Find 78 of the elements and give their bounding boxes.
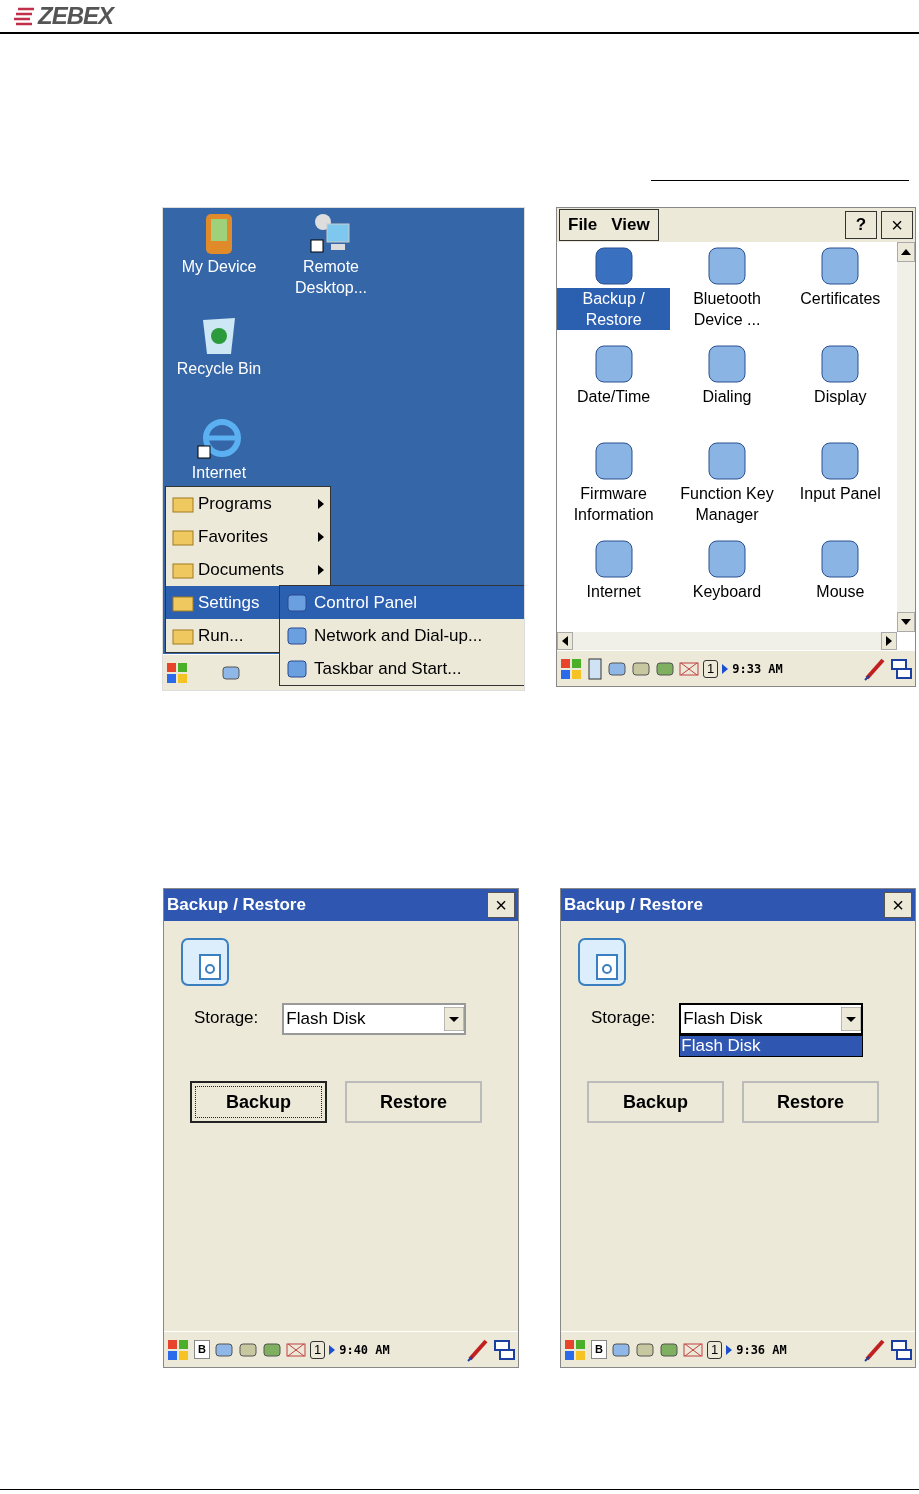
clock-time: 9:40 AM [339, 1341, 390, 1359]
down-arrow-icon[interactable] [901, 619, 911, 625]
desktop-icon-label[interactable]: Recycle Bin [176, 358, 262, 379]
desktop-icon-label[interactable]: Internet [191, 462, 247, 483]
window-title: Backup / Restore [167, 894, 307, 917]
tray-letter[interactable]: B [591, 1340, 607, 1359]
windows-icon[interactable] [891, 657, 913, 680]
storage-dropdown[interactable]: Flash Disk [282, 1003, 467, 1035]
applet-label[interactable]: Firmware Information [557, 483, 671, 525]
browser-e-icon[interactable] [196, 416, 242, 462]
dropdown-arrow-icon[interactable] [444, 1007, 465, 1031]
windows-flag-icon[interactable] [166, 1337, 190, 1362]
applet-label[interactable]: Display [812, 385, 869, 407]
stripes-logo-icon [14, 6, 36, 26]
applet-label[interactable]: Function Key Manager [670, 483, 784, 525]
submenu-item[interactable]: Taskbar and Start... [280, 652, 524, 685]
tray-letter[interactable]: B [194, 1340, 210, 1359]
submenu-item[interactable]: Control Panel [280, 586, 524, 619]
applet-label[interactable]: Certificates [798, 288, 883, 309]
vertical-scrollbar[interactable] [897, 242, 915, 632]
storage-dropdown[interactable]: Flash Disk [679, 1003, 864, 1035]
storage-label: Storage: [591, 1007, 656, 1029]
desktop-icon-label[interactable]: Remote Desktop... [281, 256, 381, 298]
caret-icon [318, 531, 324, 542]
tray-number[interactable]: 1 [309, 1340, 326, 1359]
windows-flag-icon[interactable] [563, 1337, 587, 1362]
close-button[interactable]: × [487, 892, 515, 918]
tray-number[interactable]: 1 [706, 1340, 723, 1359]
applet-label[interactable]: Input Panel [797, 483, 883, 504]
arrow-icon[interactable] [726, 1344, 733, 1355]
backup-icon [577, 937, 627, 987]
menu-item[interactable]: View [611, 212, 650, 238]
windows-icon[interactable] [494, 1338, 516, 1361]
dialog-button[interactable]: Restore [742, 1081, 879, 1123]
start-menu-item[interactable]: Favorites [166, 520, 330, 553]
arrow-icon[interactable] [722, 663, 729, 674]
caret-icon [318, 498, 324, 509]
windows-flag-icon[interactable] [559, 656, 583, 681]
dialog-button[interactable]: Restore [345, 1081, 482, 1123]
handheld-device-icon[interactable] [204, 212, 234, 256]
windows-icon[interactable] [891, 1338, 913, 1361]
dialog-button[interactable]: Backup [587, 1081, 724, 1123]
clock-time: 9:33 AM [732, 660, 783, 678]
applet-label[interactable]: Date/Time [575, 385, 653, 407]
dropdown-option[interactable]: Flash Disk [680, 1036, 863, 1056]
left-arrow-icon[interactable] [562, 636, 568, 646]
dropdown-arrow-icon[interactable] [841, 1007, 862, 1031]
applet-label[interactable]: Keyboard [690, 580, 764, 602]
logo-wordmark: ZEBEX [38, 1, 113, 31]
applet-label[interactable]: Mouse [814, 580, 867, 602]
menu-item[interactable]: File [568, 212, 598, 238]
applet-icon[interactable] [705, 244, 749, 288]
applet-label[interactable]: Bluetooth Device ... [670, 288, 784, 330]
dialog-button[interactable]: Backup [190, 1081, 327, 1123]
computer-monitor-icon[interactable] [309, 212, 353, 256]
storage-label: Storage: [194, 1007, 259, 1029]
close-button[interactable]: × [884, 892, 912, 918]
submenu-item[interactable]: Network and Dial-up... [280, 619, 524, 652]
up-arrow-icon[interactable] [901, 249, 911, 255]
clock-time: 9:36 AM [736, 1341, 787, 1359]
applet-label[interactable]: Backup / Restore [557, 288, 671, 330]
start-menu-item[interactable]: Documents [166, 553, 330, 586]
start-menu-item[interactable]: Programs [166, 487, 330, 520]
desktop-icon-label[interactable]: My Device [181, 256, 257, 277]
backup-icon [180, 937, 230, 987]
window-title: Backup / Restore [564, 894, 704, 917]
help-button[interactable]: ? [845, 211, 877, 239]
applet-icon[interactable] [705, 439, 749, 483]
horizontal-scrollbar[interactable] [557, 632, 897, 650]
close-button[interactable]: × [881, 211, 913, 239]
applet-label[interactable]: Internet [584, 580, 643, 602]
right-arrow-icon[interactable] [886, 636, 892, 646]
device-icon[interactable] [587, 656, 603, 681]
arrow-icon[interactable] [329, 1344, 336, 1355]
caret-icon [318, 564, 324, 575]
applet-label[interactable]: Dialing [700, 385, 754, 407]
windows-flag-icon[interactable] [165, 660, 189, 685]
tray-number[interactable]: 1 [703, 659, 719, 678]
